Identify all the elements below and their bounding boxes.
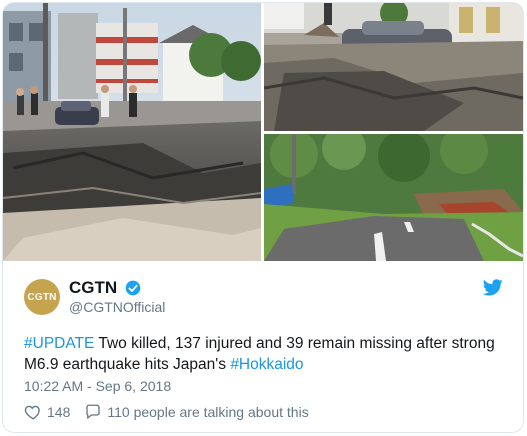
earthquake-photo-street[interactable]: [264, 3, 523, 131]
like-count: 148: [47, 404, 71, 420]
talking-link[interactable]: 110 people are talking about this: [84, 403, 309, 421]
twitter-bird-icon[interactable]: [483, 279, 503, 296]
display-name[interactable]: CGTN: [69, 278, 117, 298]
earthquake-photo-road[interactable]: [264, 134, 523, 261]
tweet-card[interactable]: CGTN CGTN @CGTNOfficial #UPDATE Two kill…: [2, 2, 524, 433]
verified-badge-icon: [125, 280, 141, 296]
avatar[interactable]: CGTN: [24, 279, 60, 315]
tweet-actions: 148 110 people are talking about this: [24, 403, 323, 421]
earthquake-photo-main[interactable]: [3, 3, 261, 261]
talking-count: 110 people are talking about this: [107, 404, 309, 420]
tweet-timestamp[interactable]: 10:22 AM - Sep 6, 2018: [24, 378, 171, 394]
tweet-text: #UPDATE Two killed, 137 injured and 39 r…: [24, 333, 514, 375]
speech-bubble-icon: [86, 404, 101, 419]
heart-icon: [24, 405, 40, 420]
tweet-body: CGTN CGTN @CGTNOfficial #UPDATE Two kill…: [3, 261, 523, 432]
user-handle[interactable]: @CGTNOfficial: [69, 299, 165, 315]
like-button[interactable]: 148: [24, 403, 70, 421]
hashtag-hokkaido-link[interactable]: #Hokkaido: [230, 356, 303, 373]
hashtag-update-link[interactable]: #UPDATE: [24, 335, 94, 352]
tweet-media-grid: [3, 3, 523, 261]
